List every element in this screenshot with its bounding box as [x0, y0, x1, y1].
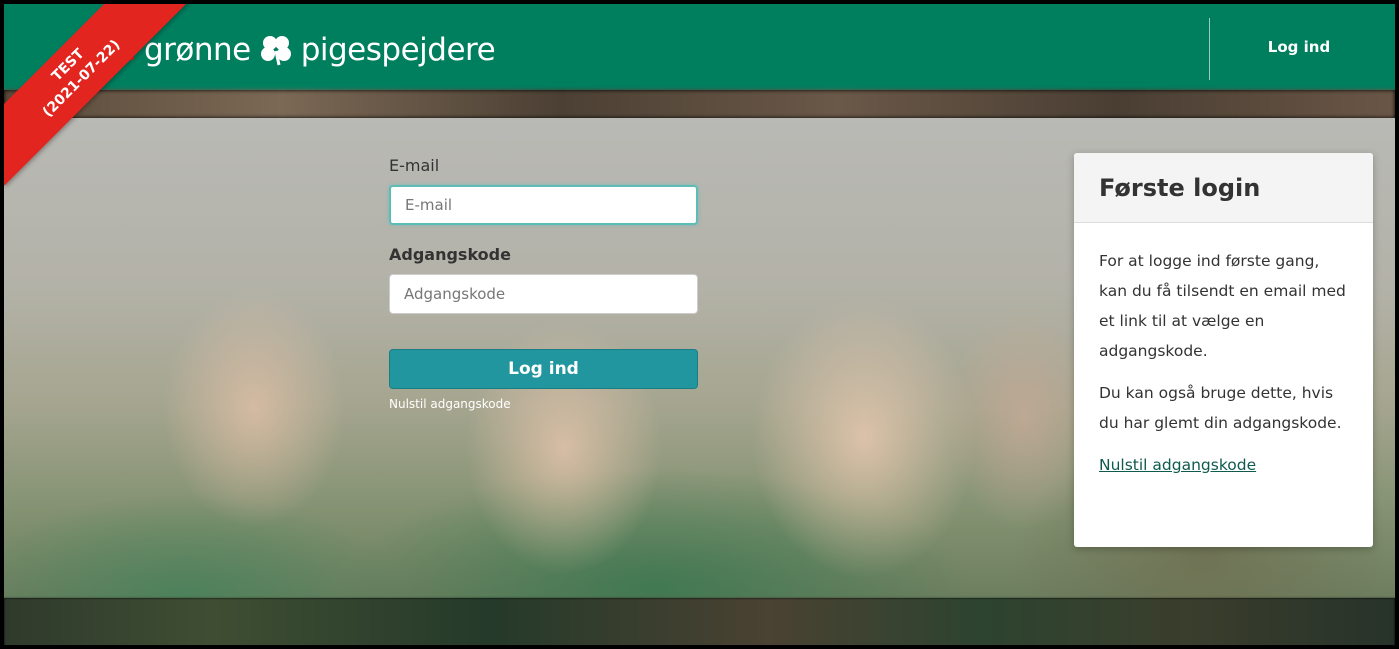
login-form: E-mail Adgangskode Log ind Nulstil adgan… [389, 156, 698, 411]
brand-word-2: pigespejdere [300, 32, 496, 68]
email-label: E-mail [389, 156, 440, 175]
card-title: Første login [1099, 173, 1261, 202]
login-button[interactable]: Log ind [389, 349, 698, 389]
password-field[interactable] [389, 274, 698, 314]
clover-icon [260, 36, 291, 66]
card-header: Første login [1074, 153, 1373, 223]
card-paragraph-2: Du kan også bruge dette, hvis du har gle… [1099, 384, 1342, 432]
card-body: For at logge ind første gang, kan du få … [1074, 223, 1373, 503]
email-field[interactable] [389, 185, 698, 225]
page-frame: De grønne pigespejdere Log ind TEST (202… [0, 0, 1399, 649]
password-label: Adgangskode [389, 245, 511, 264]
first-login-card: Første login For at logge ind første gan… [1074, 153, 1373, 547]
hero-top-band [4, 90, 1395, 118]
card-reset-link[interactable]: Nulstil adgangskode [1099, 456, 1256, 474]
card-paragraph-1: For at logge ind første gang, kan du få … [1099, 252, 1346, 360]
brand-logo[interactable]: De grønne pigespejdere [94, 32, 496, 68]
top-navbar: De grønne pigespejdere Log ind [4, 4, 1395, 90]
hero-bottom-band [4, 598, 1395, 645]
brand-word-1: grønne [143, 32, 251, 68]
header-login-link[interactable]: Log ind [1209, 4, 1389, 90]
reset-password-link[interactable]: Nulstil adgangskode [389, 397, 698, 411]
